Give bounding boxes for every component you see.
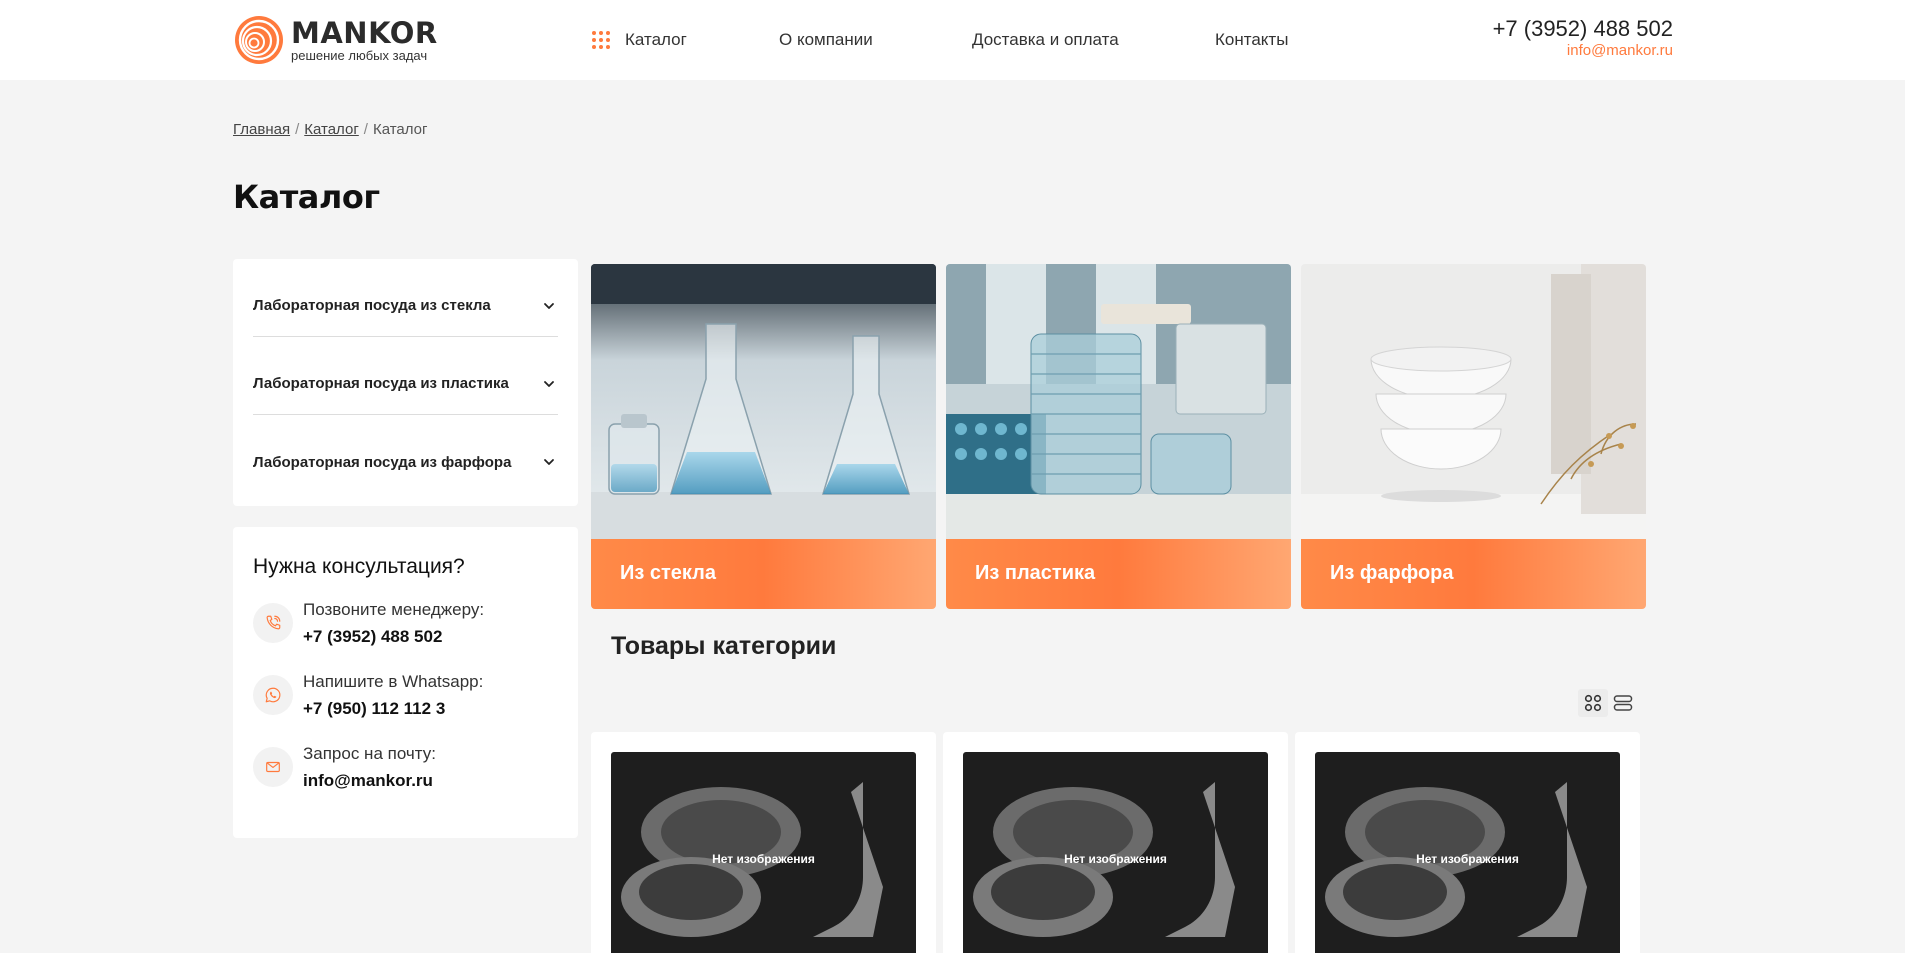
consult-phone-link[interactable]: +7 (3952) 488 502: [303, 623, 484, 651]
consult-whatsapp-row: Напишите в Whatsapp: +7 (950) 112 112 3: [253, 669, 558, 723]
phone-icon: [253, 603, 293, 643]
nav-catalog[interactable]: Каталог: [592, 28, 687, 52]
plasticware-image: [946, 264, 1291, 539]
consult-email-link[interactable]: info@mankor.ru: [303, 767, 436, 795]
consult-label: Запрос на почту:: [303, 744, 436, 763]
chevron-down-icon: [544, 380, 554, 387]
chevron-down-icon: [544, 302, 554, 309]
no-image-label: Нет изображения: [1064, 852, 1167, 866]
header-contacts: +7 (3952) 488 502 info@mankor.ru: [1493, 16, 1673, 60]
list-view-icon[interactable]: [1608, 689, 1638, 717]
sidebar-item-porcelain[interactable]: Лабораторная посуда из фарфора: [253, 415, 558, 493]
mail-icon: [253, 747, 293, 787]
no-image-label: Нет изображения: [712, 852, 815, 866]
site-header: MANKOR решение любых задач Каталог О ком…: [0, 0, 1905, 80]
consultation-box: Нужна консультация? Позвоните менеджеру:…: [233, 527, 578, 838]
logo-name: MANKOR: [291, 15, 438, 50]
nav-about[interactable]: О компании: [779, 28, 873, 52]
logo[interactable]: MANKOR решение любых задач: [233, 14, 438, 66]
breadcrumb-current: Каталог: [372, 121, 428, 138]
sidebar-item-glass[interactable]: Лабораторная посуда из стекла: [253, 259, 558, 337]
grid-view-icon[interactable]: [1578, 689, 1608, 717]
consultation-title: Нужна консультация?: [253, 555, 465, 578]
sidebar-item-plastic[interactable]: Лабораторная посуда из пластика: [253, 337, 558, 415]
sidebar-item-label: Лабораторная посуда из стекла: [253, 297, 491, 314]
header-email[interactable]: info@mankor.ru: [1493, 42, 1673, 60]
breadcrumb-home[interactable]: Главная: [233, 121, 290, 138]
product-card[interactable]: Нет изображения: [943, 732, 1288, 953]
page-title: Каталог: [233, 178, 380, 216]
products-section-title: Товары категории: [611, 632, 837, 660]
whatsapp-icon: [253, 675, 293, 715]
consult-phone-row: Позвоните менеджеру: +7 (3952) 488 502: [253, 597, 558, 651]
consult-label: Позвоните менеджеру:: [303, 600, 485, 619]
nav-catalog-label: Каталог: [625, 30, 687, 49]
product-placeholder-image: Нет изображения: [963, 752, 1268, 953]
chevron-down-icon: [544, 459, 554, 465]
category-card-plastic[interactable]: Из пластика: [946, 264, 1291, 609]
view-toggle: [1578, 689, 1638, 717]
category-card-label: Из стекла: [620, 562, 716, 584]
consult-label: Напишите в Whatsapp:: [303, 672, 484, 691]
sidebar-item-label: Лабораторная посуда из фарфора: [253, 453, 512, 471]
product-placeholder-image: Нет изображения: [611, 752, 916, 953]
product-card[interactable]: Нет изображения: [591, 732, 936, 953]
product-placeholder-image: Нет изображения: [1315, 752, 1620, 953]
nav-contacts[interactable]: Контакты: [1215, 28, 1288, 52]
glassware-image: [591, 264, 936, 539]
logo-tagline: решение любых задач: [291, 47, 428, 63]
porcelain-image: [1301, 264, 1646, 539]
logo-mark-icon: [233, 14, 285, 66]
breadcrumb: Главная / Каталог / Каталог: [233, 121, 428, 138]
category-card-label: Из фарфора: [1330, 562, 1454, 584]
header-phone[interactable]: +7 (3952) 488 502: [1493, 16, 1673, 42]
nav-delivery[interactable]: Доставка и оплата: [972, 28, 1119, 52]
catalog-grid-icon: [592, 31, 610, 49]
sidebar-categories: Лабораторная посуда из стекла Лабораторн…: [233, 259, 578, 506]
category-card-porcelain[interactable]: Из фарфора: [1301, 264, 1646, 609]
category-card-glass[interactable]: Из стекла: [591, 264, 936, 609]
consult-mail-row: Запрос на почту: info@mankor.ru: [253, 741, 558, 795]
no-image-label: Нет изображения: [1416, 852, 1519, 866]
sidebar-item-label: Лабораторная посуда из пластика: [253, 375, 509, 392]
product-card[interactable]: Нет изображения: [1295, 732, 1640, 953]
category-card-label: Из пластика: [975, 562, 1096, 584]
breadcrumb-catalog[interactable]: Каталог: [304, 121, 359, 138]
consult-whatsapp-link[interactable]: +7 (950) 112 112 3: [303, 695, 483, 723]
